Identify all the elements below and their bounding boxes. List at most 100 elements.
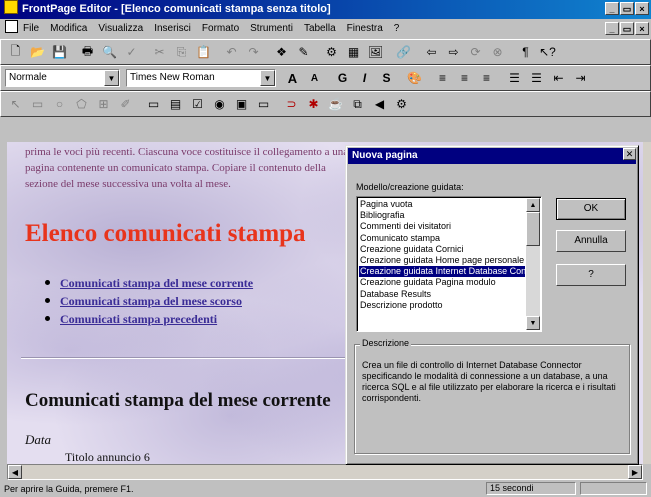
- decrease-font-icon[interactable]: A: [304, 68, 325, 88]
- list-item[interactable]: Creazione guidata Internet Database Conn…: [359, 266, 525, 278]
- checkbox-icon[interactable]: ☑: [187, 94, 208, 114]
- horizontal-scrollbar[interactable]: ◀ ▶: [7, 464, 643, 480]
- menu-tabella[interactable]: Tabella: [304, 23, 336, 34]
- list-item[interactable]: Bibliografia: [359, 210, 525, 221]
- scrolling-textbox-icon[interactable]: ▤: [165, 94, 186, 114]
- list-item[interactable]: Pagina vuota: [359, 199, 525, 210]
- menu-visualizza[interactable]: Visualizza: [98, 23, 143, 34]
- script-icon[interactable]: ⚙: [391, 94, 412, 114]
- close-button[interactable]: ×: [635, 2, 649, 15]
- menu-finestra[interactable]: Finestra: [347, 23, 383, 34]
- insert-table-icon[interactable]: ▦: [343, 42, 364, 62]
- one-line-textbox-icon[interactable]: ▭: [143, 94, 164, 114]
- bold-button[interactable]: G: [332, 68, 353, 88]
- scroll-left-icon[interactable]: ◀: [8, 465, 22, 479]
- open-icon[interactable]: 📂: [27, 42, 48, 62]
- template-listbox[interactable]: Pagina vuota Bibliografia Commenti dei v…: [356, 196, 542, 332]
- make-transparent-icon[interactable]: ✐: [115, 94, 136, 114]
- undo-icon[interactable]: ↶: [221, 42, 242, 62]
- list-item[interactable]: Comunicato stampa: [359, 233, 525, 244]
- style-select[interactable]: Normale ▼: [5, 69, 120, 87]
- print-preview-icon[interactable]: 🔍: [99, 42, 120, 62]
- show-formatting-marks-icon[interactable]: ¶: [515, 42, 536, 62]
- circle-hotspot-icon[interactable]: ○: [49, 94, 70, 114]
- menu-formato[interactable]: Formato: [202, 23, 239, 34]
- copy-icon[interactable]: ⎘: [171, 42, 192, 62]
- back-icon[interactable]: ⇦: [421, 42, 442, 62]
- spelling-icon[interactable]: ✓: [121, 42, 142, 62]
- minimize-button[interactable]: _: [605, 2, 619, 15]
- redo-icon[interactable]: ↷: [243, 42, 264, 62]
- numbered-list-icon[interactable]: ☰: [504, 68, 525, 88]
- list-item[interactable]: Descrizione prodotto: [359, 300, 525, 311]
- frontpage-app-icon[interactable]: [4, 0, 18, 14]
- maximize-button[interactable]: ▭: [620, 2, 634, 15]
- help-pointer-icon[interactable]: ↖?: [537, 42, 558, 62]
- align-right-icon[interactable]: ≡: [476, 68, 497, 88]
- refresh-icon[interactable]: ⟳: [465, 42, 486, 62]
- dialog-close-icon[interactable]: ✕: [623, 148, 636, 160]
- link-previous[interactable]: Comunicati stampa precedenti: [60, 312, 217, 326]
- java-applet-icon[interactable]: ☕: [325, 94, 346, 114]
- select-pointer-icon[interactable]: ↖: [5, 94, 26, 114]
- listbox-scrollbar[interactable]: ▲ ▼: [526, 198, 540, 330]
- insert-image-icon[interactable]: 🖼: [365, 42, 386, 62]
- video-icon[interactable]: ◀: [369, 94, 390, 114]
- doc-close-button[interactable]: ×: [635, 22, 649, 35]
- menu-strumenti[interactable]: Strumenti: [250, 23, 293, 34]
- doc-minimize-button[interactable]: _: [605, 22, 619, 35]
- underline-button[interactable]: S: [376, 68, 397, 88]
- ok-button[interactable]: OK: [556, 198, 626, 220]
- new-page-icon[interactable]: 🗋: [5, 42, 26, 62]
- list-item[interactable]: Commenti dei visitatori: [359, 221, 525, 232]
- list-item[interactable]: Database Results: [359, 289, 525, 300]
- rectangle-hotspot-icon[interactable]: ▭: [27, 94, 48, 114]
- italic-button[interactable]: I: [354, 68, 375, 88]
- print-icon[interactable]: 🖶: [77, 42, 98, 62]
- radio-button-icon[interactable]: ◉: [209, 94, 230, 114]
- show-explorer-icon[interactable]: ❖: [271, 42, 292, 62]
- align-center-icon[interactable]: ≡: [454, 68, 475, 88]
- plugin-icon[interactable]: ⧉: [347, 94, 368, 114]
- scroll-right-icon[interactable]: ▶: [628, 465, 642, 479]
- link-current-month[interactable]: Comunicati stampa del mese corrente: [60, 276, 253, 290]
- cancel-button[interactable]: Annulla: [556, 230, 626, 252]
- bulleted-list-icon[interactable]: ☰: [526, 68, 547, 88]
- font-select[interactable]: Times New Roman ▼: [126, 69, 276, 87]
- text-color-icon[interactable]: 🎨: [404, 68, 425, 88]
- paste-icon[interactable]: 📋: [193, 42, 214, 62]
- forward-icon[interactable]: ⇨: [443, 42, 464, 62]
- dropdown-menu-icon[interactable]: ▣: [231, 94, 252, 114]
- link-last-month[interactable]: Comunicati stampa del mese scorso: [60, 294, 242, 308]
- chevron-down-icon[interactable]: ▼: [260, 70, 275, 86]
- menu-file[interactable]: File: [23, 23, 39, 34]
- push-button-icon[interactable]: ▭: [253, 94, 274, 114]
- scroll-down-icon[interactable]: ▼: [526, 316, 540, 330]
- highlight-hotspots-icon[interactable]: ⊞: [93, 94, 114, 114]
- activex-icon[interactable]: ✱: [303, 94, 324, 114]
- cut-icon[interactable]: ✂: [149, 42, 170, 62]
- list-item[interactable]: Creazione guidata Home page personale: [359, 255, 525, 266]
- chevron-down-icon[interactable]: ▼: [104, 70, 119, 86]
- hyperlink-icon[interactable]: 🔗: [393, 42, 414, 62]
- doc-restore-button[interactable]: ▭: [620, 22, 634, 35]
- menu-inserisci[interactable]: Inserisci: [154, 23, 191, 34]
- scroll-thumb[interactable]: [526, 212, 540, 246]
- insert-webbot-icon[interactable]: ⚙: [321, 42, 342, 62]
- align-left-icon[interactable]: ≡: [432, 68, 453, 88]
- decrease-indent-icon[interactable]: ⇤: [548, 68, 569, 88]
- polygon-hotspot-icon[interactable]: ⬠: [71, 94, 92, 114]
- menu-modifica[interactable]: Modifica: [50, 23, 87, 34]
- save-icon[interactable]: 💾: [49, 42, 70, 62]
- show-editor-icon[interactable]: ✎: [293, 42, 314, 62]
- menu-help[interactable]: ?: [394, 23, 400, 34]
- document-icon[interactable]: [5, 20, 18, 33]
- scroll-up-icon[interactable]: ▲: [526, 198, 540, 212]
- increase-font-icon[interactable]: A: [282, 68, 303, 88]
- list-item[interactable]: Creazione guidata Pagina modulo: [359, 277, 525, 288]
- vertical-scrollbar[interactable]: [643, 142, 651, 464]
- help-button[interactable]: ?: [556, 264, 626, 286]
- marquee-icon[interactable]: ⊃: [281, 94, 302, 114]
- increase-indent-icon[interactable]: ⇥: [570, 68, 591, 88]
- list-item[interactable]: Creazione guidata Cornici: [359, 244, 525, 255]
